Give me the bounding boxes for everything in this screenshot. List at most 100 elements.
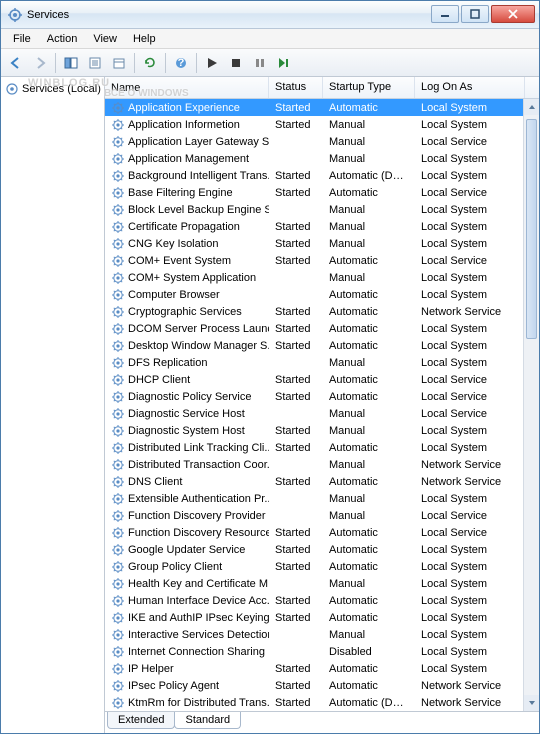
service-row[interactable]: Function Discovery Resource...StartedAut… [105,524,539,541]
service-row[interactable]: DHCP ClientStartedAutomaticLocal Service [105,371,539,388]
gear-icon [111,101,125,115]
service-row[interactable]: Diagnostic Service HostManualLocal Servi… [105,405,539,422]
service-row[interactable]: Human Interface Device Acc...StartedAuto… [105,592,539,609]
service-row[interactable]: Interactive Services DetectionManualLoca… [105,626,539,643]
service-logon-as: Local System [415,629,525,641]
service-row[interactable]: DNS ClientStartedAutomaticNetwork Servic… [105,473,539,490]
service-row[interactable]: Application ExperienceStartedAutomaticLo… [105,99,539,116]
service-row[interactable]: Desktop Window Manager S...StartedAutoma… [105,337,539,354]
service-status: Started [269,595,323,607]
service-row[interactable]: Background Intelligent Trans...StartedAu… [105,167,539,184]
service-logon-as: Local Service [415,408,525,420]
gear-icon [111,407,125,421]
service-row[interactable]: Application Layer Gateway S...ManualLoca… [105,133,539,150]
service-logon-as: Local System [415,612,525,624]
service-status: Started [269,442,323,454]
back-button[interactable] [5,52,27,74]
service-logon-as: Local System [415,221,525,233]
service-status: Started [269,119,323,131]
service-row[interactable]: Base Filtering EngineStartedAutomaticLoc… [105,184,539,201]
service-startup-type: Automatic [323,442,415,454]
service-row[interactable]: KtmRm for Distributed Trans...StartedAut… [105,694,539,711]
start-service-button[interactable] [201,52,223,74]
service-row[interactable]: Application InformetionStartedManualLoca… [105,116,539,133]
separator [134,53,135,73]
service-status: Started [269,561,323,573]
gear-icon [111,543,125,557]
service-row[interactable]: Application ManagementManualLocal System [105,150,539,167]
tab-extended[interactable]: Extended [107,712,175,729]
restart-service-button[interactable] [273,52,295,74]
service-row[interactable]: Extensible Authentication Pr...ManualLoc… [105,490,539,507]
properties-button[interactable] [84,52,106,74]
close-button[interactable] [491,5,535,23]
stop-service-button[interactable] [225,52,247,74]
tree-pane[interactable]: Services (Local) [1,77,105,733]
service-startup-type: Automatic [323,680,415,692]
forward-button[interactable] [29,52,51,74]
service-name: Base Filtering Engine [128,187,233,199]
service-name-cell: COM+ Event System [105,254,269,268]
tree-root-item[interactable]: Services (Local) [3,81,102,97]
service-row[interactable]: Block Level Backup Engine S...ManualLoca… [105,201,539,218]
service-row[interactable]: Group Policy ClientStartedAutomaticLocal… [105,558,539,575]
service-status: Started [269,238,323,250]
gear-icon [111,662,125,676]
vertical-scrollbar[interactable] [523,99,539,711]
service-startup-type: Automatic [323,323,415,335]
service-row[interactable]: Certificate PropagationStartedManualLoca… [105,218,539,235]
tab-standard[interactable]: Standard [174,712,241,729]
service-logon-as: Local System [415,442,525,454]
service-row[interactable]: COM+ Event SystemStartedAutomaticLocal S… [105,252,539,269]
service-row[interactable]: Function Discovery Provider ...ManualLoc… [105,507,539,524]
service-row[interactable]: Diagnostic Policy ServiceStartedAutomati… [105,388,539,405]
gear-icon [111,645,125,659]
service-name: KtmRm for Distributed Trans... [128,697,269,709]
service-status: Started [269,680,323,692]
service-name: CNG Key Isolation [128,238,218,250]
service-row[interactable]: IPsec Policy AgentStartedAutomaticNetwor… [105,677,539,694]
menu-file[interactable]: File [5,31,39,47]
column-status[interactable]: Status [269,77,323,98]
service-row[interactable]: Distributed Link Tracking Cli...StartedA… [105,439,539,456]
service-row[interactable]: Computer BrowserAutomaticLocal System [105,286,539,303]
minimize-button[interactable] [431,5,459,23]
scroll-up-button[interactable] [524,99,539,115]
service-row[interactable]: Health Key and Certificate M...ManualLoc… [105,575,539,592]
column-startup[interactable]: Startup Type [323,77,415,98]
pause-service-button[interactable] [249,52,271,74]
service-row[interactable]: Cryptographic ServicesStartedAutomaticNe… [105,303,539,320]
service-logon-as: Local System [415,289,525,301]
export-button[interactable] [108,52,130,74]
service-row[interactable]: DCOM Server Process Launc...StartedAutom… [105,320,539,337]
show-hide-tree-button[interactable] [60,52,82,74]
service-startup-type: Manual [323,629,415,641]
service-row[interactable]: IKE and AuthIP IPsec Keying ...StartedAu… [105,609,539,626]
maximize-button[interactable] [461,5,489,23]
service-row[interactable]: Diagnostic System HostStartedManualLocal… [105,422,539,439]
menu-view[interactable]: View [85,31,125,47]
service-name-cell: Function Discovery Resource... [105,526,269,540]
menu-action[interactable]: Action [39,31,86,47]
service-logon-as: Local System [415,238,525,250]
list-body[interactable]: Application ExperienceStartedAutomaticLo… [105,99,539,711]
service-startup-type: Automatic [323,187,415,199]
service-row[interactable]: Google Updater ServiceStartedAutomaticLo… [105,541,539,558]
column-name[interactable]: Name [105,77,269,98]
service-row[interactable]: Distributed Transaction Coor...ManualNet… [105,456,539,473]
gear-icon [111,118,125,132]
service-row[interactable]: CNG Key IsolationStartedManualLocal Syst… [105,235,539,252]
help-button[interactable]: ? [170,52,192,74]
gear-icon [111,169,125,183]
service-name: Block Level Backup Engine S... [128,204,269,216]
service-row[interactable]: Internet Connection Sharing ...DisabledL… [105,643,539,660]
column-logon[interactable]: Log On As [415,77,525,98]
scroll-thumb[interactable] [526,119,537,339]
service-row[interactable]: DFS ReplicationManualLocal System [105,354,539,371]
titlebar[interactable]: Services [1,1,539,29]
menu-help[interactable]: Help [125,31,164,47]
service-row[interactable]: COM+ System ApplicationManualLocal Syste… [105,269,539,286]
scroll-down-button[interactable] [524,695,539,711]
service-row[interactable]: IP HelperStartedAutomaticLocal System [105,660,539,677]
refresh-button[interactable] [139,52,161,74]
